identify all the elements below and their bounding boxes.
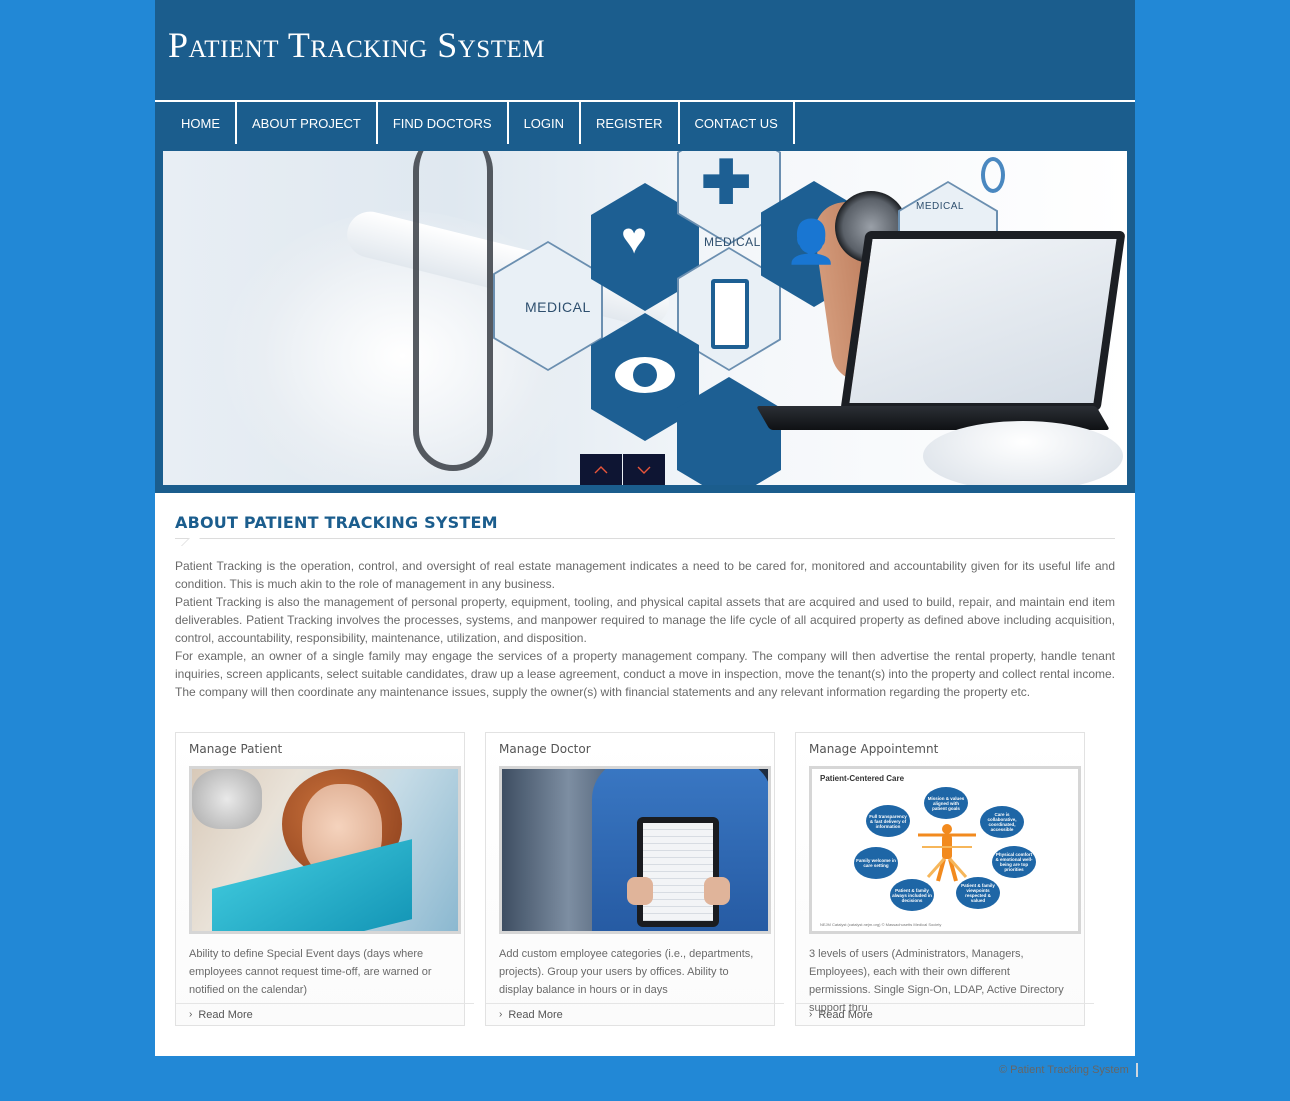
care-circle: Family welcome in care setting — [854, 847, 898, 879]
card-title: Manage Appointemnt — [809, 742, 939, 756]
card-text: Ability to define Special Event days (da… — [189, 948, 432, 996]
person-figure-icon — [918, 824, 976, 882]
slider-next-button[interactable] — [623, 454, 665, 485]
read-more-label: Read More — [508, 1008, 563, 1021]
chevron-right-icon: › — [189, 1009, 193, 1020]
banner-frame: MEDICAL ♥ ✚ MEDICAL 👤 MEDICAL — [155, 151, 1135, 493]
clipboard-icon — [711, 279, 749, 349]
user-icon: 👤 — [785, 218, 838, 265]
slider-prev-button[interactable] — [580, 454, 622, 485]
care-circle: Care is collaborative, coordinated, acce… — [980, 806, 1024, 838]
doctor-image — [499, 766, 771, 934]
card-text: 3 levels of users (Administrators, Manag… — [809, 948, 1064, 1014]
care-circle: Patient & family always included in deci… — [890, 879, 934, 911]
hex-medical-bag-label: MEDICAL — [916, 201, 964, 212]
about-paragraph: For example, an owner of a single family… — [175, 649, 1115, 699]
right-hand-image — [704, 877, 730, 905]
card-manage-patient: Manage Patient Ability to define Special… — [175, 732, 474, 1026]
read-more-link[interactable]: › Read More — [486, 1003, 784, 1025]
chevron-right-icon: › — [499, 1009, 503, 1020]
hex-cross-label: MEDICAL — [704, 235, 761, 249]
title-divider — [175, 538, 1115, 547]
patient-image — [189, 766, 461, 934]
card-text: Add custom employee categories (i.e., de… — [499, 948, 754, 996]
read-more-label: Read More — [198, 1008, 253, 1021]
nav-contact-us[interactable]: CONTACT US — [680, 102, 795, 144]
read-more-label: Read More — [818, 1008, 873, 1021]
nav-about-project[interactable]: ABOUT PROJECT — [237, 102, 378, 144]
care-diagram-title: Patient-Centered Care — [820, 774, 905, 783]
footer-separator — [1136, 1063, 1138, 1077]
nav-login[interactable]: LOGIN — [509, 102, 582, 144]
chevron-right-icon: › — [809, 1009, 813, 1020]
care-circle: Full transparency & fast delivery of inf… — [866, 805, 910, 837]
feature-cards: Manage Patient Ability to define Special… — [175, 732, 1115, 1026]
care-diagram-credit: NEJM Catalyst (catalyst.nejm.org) © Mass… — [820, 922, 942, 927]
ring-icon — [981, 157, 1005, 193]
medical-cross-icon: ✚ — [701, 151, 752, 216]
card-manage-doctor: Manage Doctor Add custom employee catego… — [485, 732, 784, 1026]
care-circle: Physical comfort & emotional well-being … — [992, 846, 1036, 878]
patient-centered-care-image: Patient-Centered Care Mission & values a… — [809, 766, 1081, 934]
read-more-link[interactable]: › Read More — [796, 1003, 1094, 1025]
heart-icon: ♥ — [621, 214, 648, 263]
main-content: ABOUT PATIENT TRACKING SYSTEM Patient Tr… — [155, 493, 1135, 1056]
read-more-link[interactable]: › Read More — [176, 1003, 474, 1025]
main-nav: HOME ABOUT PROJECT FIND DOCTORS LOGIN RE… — [155, 100, 1135, 151]
about-paragraph: Patient Tracking is also the management … — [175, 595, 1115, 645]
pedestal-image — [923, 421, 1123, 485]
tablet-screen — [643, 823, 713, 921]
chevron-down-icon — [637, 466, 651, 474]
nav-find-doctors[interactable]: FIND DOCTORS — [378, 102, 509, 144]
chevron-up-icon — [594, 465, 608, 473]
footer-copyright: © Patient Tracking System — [999, 1064, 1129, 1076]
left-hand-image — [627, 877, 653, 905]
site-header: Patient Tracking System — [155, 0, 1135, 100]
tablet-image — [637, 817, 719, 927]
hex-medical-label: MEDICAL — [525, 299, 591, 315]
card-title: Manage Doctor — [499, 742, 591, 756]
stethoscope-tube-image — [413, 151, 493, 471]
care-circle: Mission & values aligned with patient go… — [924, 787, 968, 819]
laptop-screen — [840, 231, 1126, 411]
about-text: Patient Tracking is the operation, contr… — [175, 557, 1115, 701]
slider-controls — [580, 454, 665, 485]
nav-home[interactable]: HOME — [155, 102, 237, 144]
site-title: Patient Tracking System — [168, 25, 545, 65]
dental-lamp-image — [192, 769, 262, 829]
about-title: ABOUT PATIENT TRACKING SYSTEM — [175, 513, 498, 532]
card-manage-appointment: Manage Appointemnt Patient-Centered Care… — [795, 732, 1094, 1026]
page-wrapper: Patient Tracking System HOME ABOUT PROJE… — [155, 0, 1135, 1056]
eye-pupil — [633, 363, 657, 387]
about-paragraph: Patient Tracking is the operation, contr… — [175, 559, 1115, 591]
nav-register[interactable]: REGISTER — [581, 102, 680, 144]
card-title: Manage Patient — [189, 742, 283, 756]
hero-slider: MEDICAL ♥ ✚ MEDICAL 👤 MEDICAL — [163, 151, 1127, 485]
